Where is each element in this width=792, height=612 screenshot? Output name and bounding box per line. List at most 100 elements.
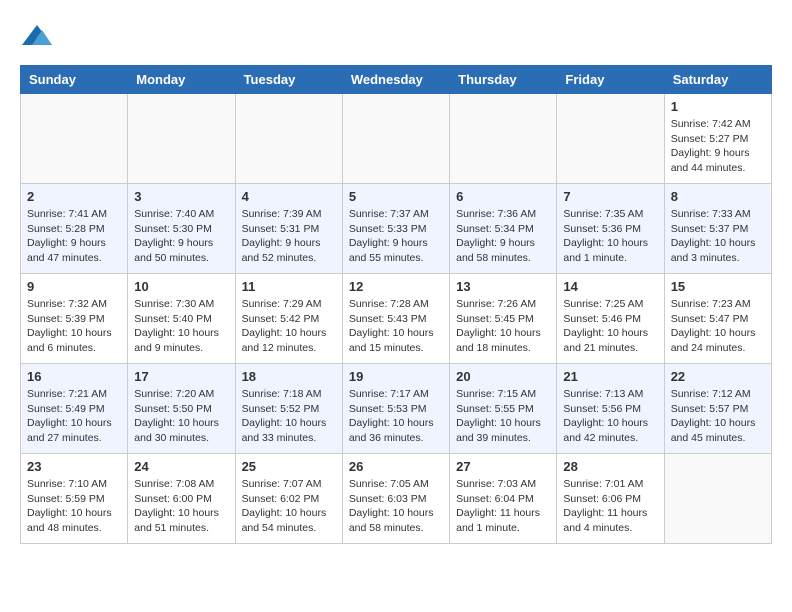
day-number: 2 <box>27 189 121 204</box>
calendar-cell: 24 Sunrise: 7:08 AM Sunset: 6:00 PM Dayli… <box>128 454 235 544</box>
day-number: 16 <box>27 369 121 384</box>
day-number: 15 <box>671 279 765 294</box>
day-number: 21 <box>563 369 657 384</box>
day-number: 17 <box>134 369 228 384</box>
calendar-cell: 9 Sunrise: 7:32 AM Sunset: 5:39 PM Daylig… <box>21 274 128 364</box>
logo-icon <box>22 20 52 50</box>
day-info: Sunrise: 7:07 AM Sunset: 6:02 PM Dayligh… <box>242 477 336 536</box>
calendar-cell: 11 Sunrise: 7:29 AM Sunset: 5:42 PM Dayli… <box>235 274 342 364</box>
day-number: 23 <box>27 459 121 474</box>
day-number: 18 <box>242 369 336 384</box>
day-info: Sunrise: 7:41 AM Sunset: 5:28 PM Dayligh… <box>27 207 121 266</box>
day-number: 25 <box>242 459 336 474</box>
day-number: 3 <box>134 189 228 204</box>
day-info: Sunrise: 7:23 AM Sunset: 5:47 PM Dayligh… <box>671 297 765 356</box>
calendar-cell: 7 Sunrise: 7:35 AM Sunset: 5:36 PM Daylig… <box>557 184 664 274</box>
calendar-cell: 26Sunrise: 7:05 AM Sunset: 6:03 PM Dayli… <box>342 454 449 544</box>
calendar-cell <box>450 94 557 184</box>
day-info: Sunrise: 7:05 AM Sunset: 6:03 PM Dayligh… <box>349 477 443 536</box>
day-info: Sunrise: 7:32 AM Sunset: 5:39 PM Dayligh… <box>27 297 121 356</box>
day-number: 9 <box>27 279 121 294</box>
calendar-cell: 4Sunrise: 7:39 AM Sunset: 5:31 PM Daylig… <box>235 184 342 274</box>
calendar-cell <box>342 94 449 184</box>
day-number: 14 <box>563 279 657 294</box>
calendar-cell: 25 Sunrise: 7:07 AM Sunset: 6:02 PM Dayli… <box>235 454 342 544</box>
day-number: 20 <box>456 369 550 384</box>
day-number: 10 <box>134 279 228 294</box>
day-info: Sunrise: 7:28 AM Sunset: 5:43 PM Dayligh… <box>349 297 443 356</box>
day-info: Sunrise: 7:17 AM Sunset: 5:53 PM Dayligh… <box>349 387 443 446</box>
weekday-header-wednesday: Wednesday <box>342 66 449 94</box>
weekday-header-thursday: Thursday <box>450 66 557 94</box>
calendar-cell: 17 Sunrise: 7:20 AM Sunset: 5:50 PM Dayli… <box>128 364 235 454</box>
day-number: 24 <box>134 459 228 474</box>
day-number: 19 <box>349 369 443 384</box>
day-number: 27 <box>456 459 550 474</box>
calendar-cell: 16 Sunrise: 7:21 AM Sunset: 5:49 PM Dayli… <box>21 364 128 454</box>
weekday-header-saturday: Saturday <box>664 66 771 94</box>
day-number: 13 <box>456 279 550 294</box>
calendar-cell: 21 Sunrise: 7:13 AM Sunset: 5:56 PM Dayli… <box>557 364 664 454</box>
calendar-cell: 2 Sunrise: 7:41 AM Sunset: 5:28 PM Daylig… <box>21 184 128 274</box>
calendar-cell: 23 Sunrise: 7:10 AM Sunset: 5:59 PM Dayli… <box>21 454 128 544</box>
day-number: 22 <box>671 369 765 384</box>
calendar-header-row: SundayMondayTuesdayWednesdayThursdayFrid… <box>21 66 772 94</box>
calendar-week-row: 1 Sunrise: 7:42 AM Sunset: 5:27 PM Daylig… <box>21 94 772 184</box>
day-number: 5 <box>349 189 443 204</box>
day-info: Sunrise: 7:37 AM Sunset: 5:33 PM Dayligh… <box>349 207 443 266</box>
page-header <box>20 20 772 55</box>
calendar-cell: 13 Sunrise: 7:26 AM Sunset: 5:45 PM Dayli… <box>450 274 557 364</box>
calendar-week-row: 23 Sunrise: 7:10 AM Sunset: 5:59 PM Dayli… <box>21 454 772 544</box>
calendar-cell: 8 Sunrise: 7:33 AM Sunset: 5:37 PM Daylig… <box>664 184 771 274</box>
calendar-cell: 22 Sunrise: 7:12 AM Sunset: 5:57 PM Dayli… <box>664 364 771 454</box>
day-info: Sunrise: 7:33 AM Sunset: 5:37 PM Dayligh… <box>671 207 765 266</box>
calendar-cell: 14 Sunrise: 7:25 AM Sunset: 5:46 PM Dayli… <box>557 274 664 364</box>
weekday-header-monday: Monday <box>128 66 235 94</box>
calendar-cell: 19 Sunrise: 7:17 AM Sunset: 5:53 PM Dayli… <box>342 364 449 454</box>
day-info: Sunrise: 7:26 AM Sunset: 5:45 PM Dayligh… <box>456 297 550 356</box>
day-info: Sunrise: 7:12 AM Sunset: 5:57 PM Dayligh… <box>671 387 765 446</box>
day-info: Sunrise: 7:18 AM Sunset: 5:52 PM Dayligh… <box>242 387 336 446</box>
calendar-cell: 15 Sunrise: 7:23 AM Sunset: 5:47 PM Dayli… <box>664 274 771 364</box>
day-info: Sunrise: 7:36 AM Sunset: 5:34 PM Dayligh… <box>456 207 550 266</box>
day-info: Sunrise: 7:40 AM Sunset: 5:30 PM Dayligh… <box>134 207 228 266</box>
calendar-cell <box>128 94 235 184</box>
day-number: 8 <box>671 189 765 204</box>
calendar-cell: 6 Sunrise: 7:36 AM Sunset: 5:34 PM Daylig… <box>450 184 557 274</box>
calendar-table: SundayMondayTuesdayWednesdayThursdayFrid… <box>20 65 772 544</box>
day-info: Sunrise: 7:03 AM Sunset: 6:04 PM Dayligh… <box>456 477 550 536</box>
calendar-cell <box>235 94 342 184</box>
day-info: Sunrise: 7:15 AM Sunset: 5:55 PM Dayligh… <box>456 387 550 446</box>
day-number: 12 <box>349 279 443 294</box>
logo <box>20 20 52 55</box>
calendar-cell: 27 Sunrise: 7:03 AM Sunset: 6:04 PM Dayli… <box>450 454 557 544</box>
day-info: Sunrise: 7:10 AM Sunset: 5:59 PM Dayligh… <box>27 477 121 536</box>
calendar-cell: 20 Sunrise: 7:15 AM Sunset: 5:55 PM Dayli… <box>450 364 557 454</box>
day-number: 11 <box>242 279 336 294</box>
day-info: Sunrise: 7:20 AM Sunset: 5:50 PM Dayligh… <box>134 387 228 446</box>
calendar-week-row: 2 Sunrise: 7:41 AM Sunset: 5:28 PM Daylig… <box>21 184 772 274</box>
weekday-header-friday: Friday <box>557 66 664 94</box>
calendar-cell: 12 Sunrise: 7:28 AM Sunset: 5:43 PM Dayli… <box>342 274 449 364</box>
day-info: Sunrise: 7:13 AM Sunset: 5:56 PM Dayligh… <box>563 387 657 446</box>
day-number: 1 <box>671 99 765 114</box>
calendar-cell: 3 Sunrise: 7:40 AM Sunset: 5:30 PM Daylig… <box>128 184 235 274</box>
calendar-cell: 18 Sunrise: 7:18 AM Sunset: 5:52 PM Dayli… <box>235 364 342 454</box>
day-info: Sunrise: 7:35 AM Sunset: 5:36 PM Dayligh… <box>563 207 657 266</box>
day-info: Sunrise: 7:29 AM Sunset: 5:42 PM Dayligh… <box>242 297 336 356</box>
day-info: Sunrise: 7:01 AM Sunset: 6:06 PM Dayligh… <box>563 477 657 536</box>
day-number: 7 <box>563 189 657 204</box>
day-number: 28 <box>563 459 657 474</box>
day-info: Sunrise: 7:08 AM Sunset: 6:00 PM Dayligh… <box>134 477 228 536</box>
weekday-header-tuesday: Tuesday <box>235 66 342 94</box>
day-info: Sunrise: 7:21 AM Sunset: 5:49 PM Dayligh… <box>27 387 121 446</box>
day-number: 4 <box>242 189 336 204</box>
calendar-cell: 28 Sunrise: 7:01 AM Sunset: 6:06 PM Dayli… <box>557 454 664 544</box>
day-info: Sunrise: 7:42 AM Sunset: 5:27 PM Dayligh… <box>671 117 765 176</box>
calendar-week-row: 16 Sunrise: 7:21 AM Sunset: 5:49 PM Dayli… <box>21 364 772 454</box>
day-info: Sunrise: 7:30 AM Sunset: 5:40 PM Dayligh… <box>134 297 228 356</box>
calendar-cell: 5 Sunrise: 7:37 AM Sunset: 5:33 PM Daylig… <box>342 184 449 274</box>
weekday-header-sunday: Sunday <box>21 66 128 94</box>
day-info: Sunrise: 7:25 AM Sunset: 5:46 PM Dayligh… <box>563 297 657 356</box>
day-number: 6 <box>456 189 550 204</box>
